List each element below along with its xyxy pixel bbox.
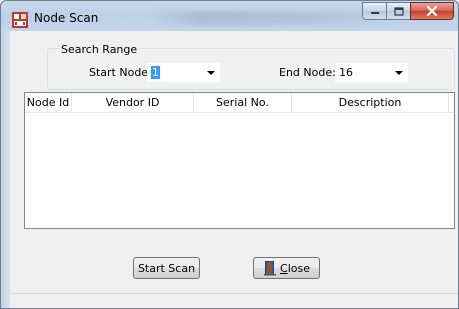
node-list-table[interactable]: Node Id Vendor ID Serial No. Description <box>24 92 455 229</box>
column-header-filler <box>449 93 454 113</box>
end-node-combo[interactable]: 16 <box>335 63 408 82</box>
node-scan-window: Node Scan Search Range Start Node: 1 End… <box>0 0 459 309</box>
close-label: Close <box>280 261 310 275</box>
maximize-button[interactable] <box>386 2 411 20</box>
end-node-label: End Node: <box>279 66 336 79</box>
end-node-value: 16 <box>339 66 353 79</box>
maximize-icon <box>393 6 404 16</box>
start-scan-button[interactable]: Start Scan <box>133 257 200 279</box>
start-node-combo[interactable]: 1 <box>147 63 220 82</box>
close-window-button[interactable] <box>410 2 454 20</box>
column-header-node-id[interactable]: Node Id <box>25 93 72 113</box>
minimize-icon <box>370 12 379 14</box>
app-icon <box>12 12 28 28</box>
exit-door-icon <box>264 261 276 276</box>
column-header-description[interactable]: Description <box>292 93 449 113</box>
close-button[interactable]: Close <box>253 257 320 279</box>
start-scan-label: Start Scan <box>137 261 196 275</box>
caption-buttons <box>362 2 454 21</box>
start-node-value: 1 <box>151 66 160 79</box>
title-bar[interactable]: Node Scan <box>1 1 458 31</box>
status-bar <box>10 293 458 308</box>
chevron-down-icon <box>395 71 403 75</box>
table-header: Node Id Vendor ID Serial No. Description <box>25 93 454 113</box>
close-icon <box>426 6 438 16</box>
window-title: Node Scan <box>34 11 99 25</box>
column-header-vendor-id[interactable]: Vendor ID <box>72 93 194 113</box>
window-border-left <box>1 31 10 308</box>
column-header-serial-no[interactable]: Serial No. <box>194 93 292 113</box>
minimize-button[interactable] <box>362 2 387 20</box>
chevron-down-icon <box>207 71 215 75</box>
start-node-label: Start Node: <box>89 66 152 79</box>
search-range-label: Search Range <box>59 43 140 56</box>
dialog-client-area: Search Range Start Node: 1 End Node: 16 … <box>10 31 458 308</box>
